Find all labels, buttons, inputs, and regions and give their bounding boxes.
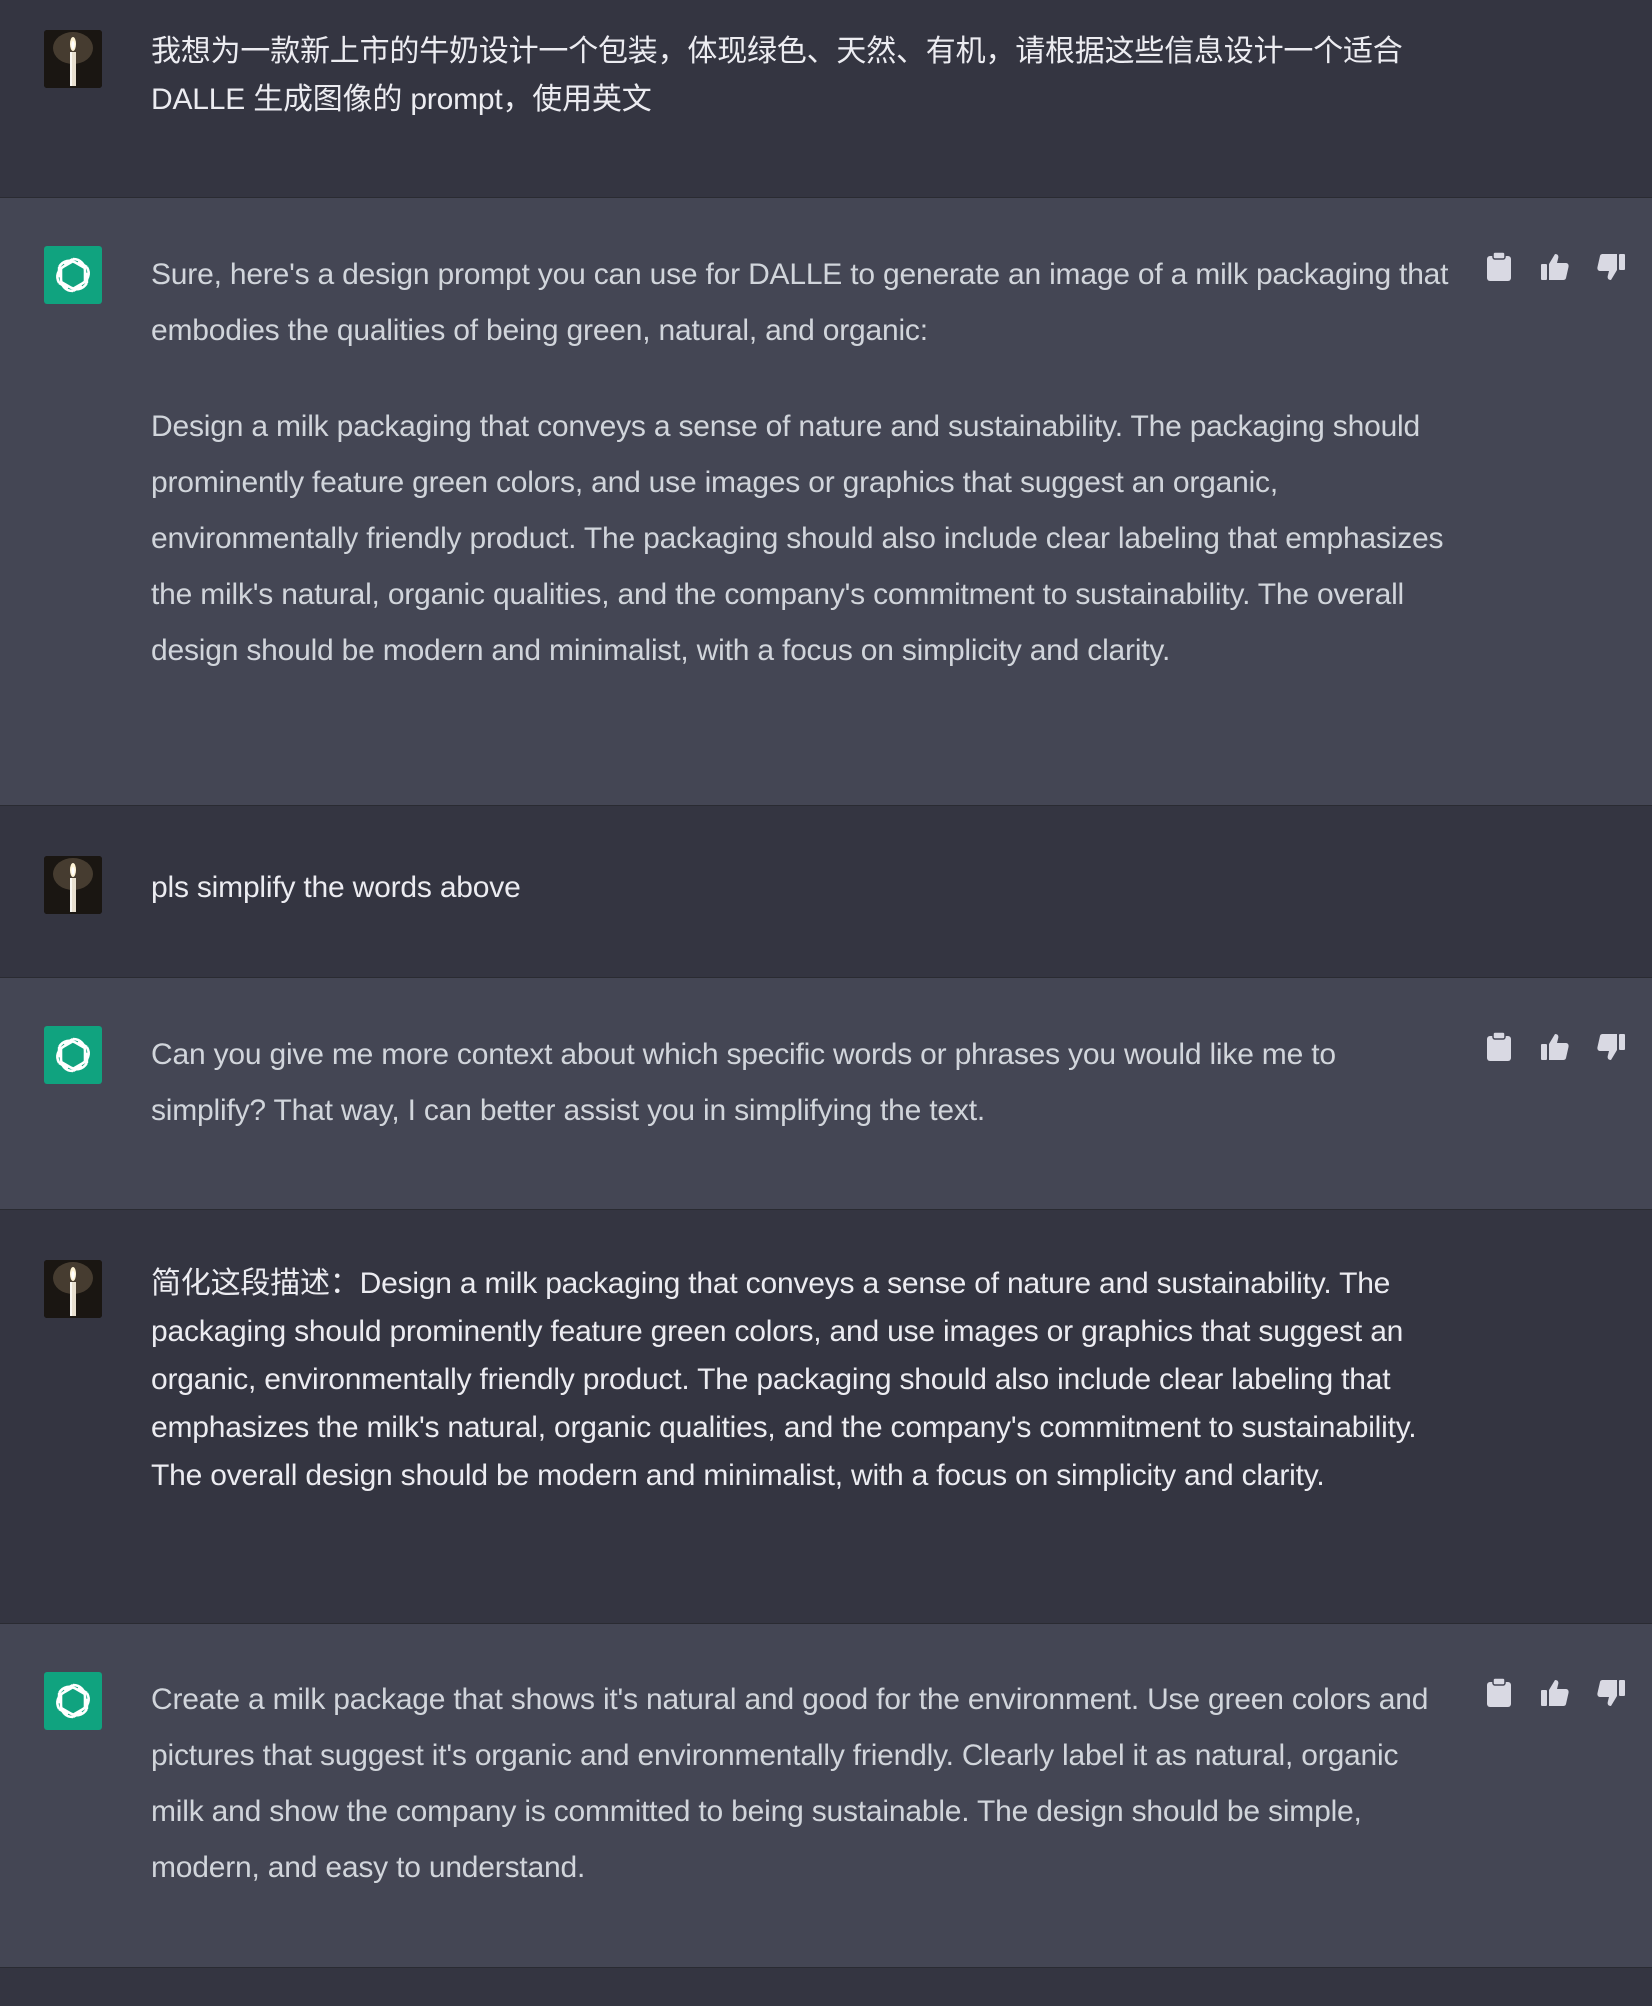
message-paragraph: Sure, here's a design prompt you can use… (151, 258, 1449, 347)
thumbs-down-button[interactable] (1592, 1028, 1630, 1066)
message-actions (1480, 1674, 1630, 1712)
thumbs-up-button[interactable] (1536, 1028, 1574, 1066)
copy-button[interactable] (1480, 1028, 1518, 1066)
openai-logo-icon (56, 1683, 90, 1719)
thread-bottom-spacer (0, 1968, 1652, 2006)
user-avatar (44, 1260, 102, 1318)
message-paragraph: Can you give me more context about which… (151, 1038, 1336, 1127)
message-content: pls simplify the words above (151, 864, 1451, 912)
message-content: Sure, here's a design prompt you can use… (151, 247, 1451, 679)
user-message: pls simplify the words above (0, 806, 1652, 978)
thumbs-down-button[interactable] (1592, 1674, 1630, 1712)
candle-photo-icon (44, 1260, 102, 1318)
thumbs-up-icon (1541, 1680, 1569, 1706)
assistant-message: Can you give me more context about which… (0, 978, 1652, 1210)
assistant-avatar (44, 246, 102, 304)
thumbs-down-icon (1597, 254, 1625, 280)
thumbs-down-icon (1597, 1034, 1625, 1060)
thumbs-down-icon (1597, 1680, 1625, 1706)
thumbs-up-icon (1541, 1034, 1569, 1060)
openai-logo-icon (56, 257, 90, 293)
message-content: Can you give me more context about which… (151, 1027, 1451, 1139)
candle-photo-icon (44, 30, 102, 88)
copy-button[interactable] (1480, 248, 1518, 286)
message-content: 我想为一款新上市的牛奶设计一个包装，体现绿色、天然、有机，请根据这些信息设计一个… (151, 28, 1451, 124)
message-content: Create a milk package that shows it's na… (151, 1672, 1451, 1896)
conversation-thread: 我想为一款新上市的牛奶设计一个包装，体现绿色、天然、有机，请根据这些信息设计一个… (0, 0, 1652, 2006)
assistant-avatar (44, 1026, 102, 1084)
message-content: 简化这段描述：Design a milk packaging that conv… (151, 1260, 1451, 1500)
thumbs-up-button[interactable] (1536, 248, 1574, 286)
clipboard-icon (1487, 252, 1511, 281)
candle-photo-icon (44, 856, 102, 914)
message-paragraph: pls simplify the words above (151, 871, 521, 904)
message-paragraph: 我想为一款新上市的牛奶设计一个包装，体现绿色、天然、有机，请根据这些信息设计一个… (151, 35, 1403, 116)
thumbs-up-icon (1541, 254, 1569, 280)
assistant-message: Sure, here's a design prompt you can use… (0, 198, 1652, 806)
user-message: 我想为一款新上市的牛奶设计一个包装，体现绿色、天然、有机，请根据这些信息设计一个… (0, 0, 1652, 198)
thumbs-up-button[interactable] (1536, 1674, 1574, 1712)
user-avatar (44, 30, 102, 88)
assistant-message: Create a milk package that shows it's na… (0, 1624, 1652, 1968)
openai-logo-icon (56, 1037, 90, 1073)
clipboard-icon (1487, 1678, 1511, 1707)
message-actions (1480, 248, 1630, 286)
thumbs-down-button[interactable] (1592, 248, 1630, 286)
clipboard-icon (1487, 1032, 1511, 1061)
message-paragraph: 简化这段描述：Design a milk packaging that conv… (151, 1267, 1417, 1492)
message-paragraph: Design a milk packaging that conveys a s… (151, 410, 1444, 667)
assistant-avatar (44, 1672, 102, 1730)
user-avatar (44, 856, 102, 914)
copy-button[interactable] (1480, 1674, 1518, 1712)
message-actions (1480, 1028, 1630, 1066)
message-paragraph: Create a milk package that shows it's na… (151, 1683, 1429, 1884)
user-message: 简化这段描述：Design a milk packaging that conv… (0, 1210, 1652, 1624)
